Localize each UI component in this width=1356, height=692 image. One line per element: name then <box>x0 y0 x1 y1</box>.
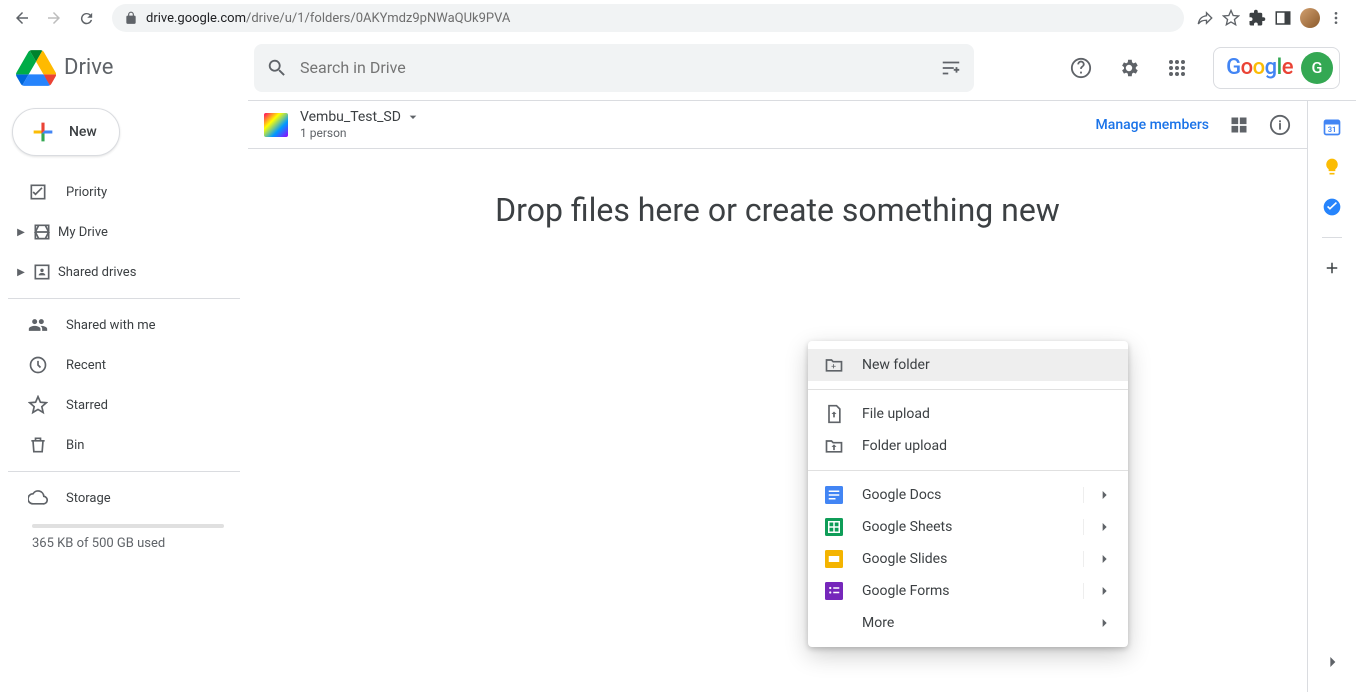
get-addons[interactable] <box>1322 258 1342 278</box>
keep-addon[interactable] <box>1322 157 1342 177</box>
nav-my-drive[interactable]: ▶My Drive <box>8 212 248 252</box>
sidebar: New Priority ▶My Drive ▶Shared drives Sh… <box>0 100 248 692</box>
new-context-menu: New folder File upload Folder upload Goo… <box>808 341 1128 647</box>
search-icon <box>266 57 288 79</box>
chevron-right-icon <box>1096 615 1112 631</box>
breadcrumb-row: Vembu_Test_SD 1 person Manage members <box>248 101 1307 149</box>
drive-logo-icon <box>16 48 56 88</box>
nav-storage[interactable]: Storage <box>8 478 248 518</box>
menu-google-docs[interactable]: Google Docs <box>808 479 1128 511</box>
menu-file-upload[interactable]: File upload <box>808 398 1128 430</box>
plus-icon <box>29 118 57 146</box>
reload-button[interactable] <box>72 4 100 32</box>
docs-icon <box>824 485 844 505</box>
apps-button[interactable] <box>1157 48 1197 88</box>
breadcrumb-title[interactable]: Vembu_Test_SD <box>300 109 401 126</box>
chevron-right-icon <box>1096 519 1112 535</box>
browser-toolbar: drive.google.com/drive/u/1/folders/0AKYm… <box>0 0 1356 36</box>
menu-new-folder[interactable]: New folder <box>808 349 1128 381</box>
details-icon[interactable] <box>1269 114 1291 136</box>
new-button-label: New <box>69 124 97 140</box>
nav-priority[interactable]: Priority <box>8 172 248 212</box>
search-bar[interactable] <box>254 44 974 92</box>
empty-state-message: Drop files here or create something new <box>248 191 1307 229</box>
manage-members-link[interactable]: Manage members <box>1096 117 1209 133</box>
profile-avatar[interactable] <box>1300 8 1320 28</box>
calendar-addon[interactable]: 31 <box>1322 117 1342 137</box>
browser-menu-icon[interactable] <box>1328 10 1344 26</box>
app-name: Drive <box>64 55 113 80</box>
forward-button[interactable] <box>40 4 68 32</box>
support-button[interactable] <box>1061 48 1101 88</box>
file-upload-icon <box>824 404 844 424</box>
svg-text:31: 31 <box>1328 125 1337 134</box>
chevron-right-icon <box>1096 583 1112 599</box>
share-icon[interactable] <box>1196 9 1214 27</box>
dropdown-icon[interactable] <box>405 109 421 125</box>
logo[interactable]: Drive <box>16 48 254 88</box>
address-bar[interactable]: drive.google.com/drive/u/1/folders/0AKYm… <box>112 4 1184 32</box>
menu-google-forms[interactable]: Google Forms <box>808 575 1128 607</box>
new-folder-icon <box>824 355 844 375</box>
collapse-panel-icon[interactable] <box>1322 652 1342 672</box>
nav-starred[interactable]: Starred <box>8 385 248 425</box>
side-panel-icon[interactable] <box>1274 9 1292 27</box>
settings-button[interactable] <box>1109 48 1149 88</box>
app-header: Drive Google G <box>0 36 1356 100</box>
chevron-right-icon <box>1096 487 1112 503</box>
storage-text: 365 KB of 500 GB used <box>8 536 248 551</box>
new-button[interactable]: New <box>12 108 120 156</box>
search-input[interactable] <box>300 58 928 77</box>
menu-google-sheets[interactable]: Google Sheets <box>808 511 1128 543</box>
breadcrumb-subtitle: 1 person <box>300 126 421 140</box>
nav-shared-drives[interactable]: ▶Shared drives <box>8 252 248 292</box>
side-panel: 31 <box>1308 101 1356 692</box>
search-options-icon[interactable] <box>940 57 962 79</box>
sheets-icon <box>824 517 844 537</box>
slides-icon <box>824 549 844 569</box>
bookmark-star-icon[interactable] <box>1222 9 1240 27</box>
account-badge: G <box>1301 52 1333 84</box>
storage-bar <box>32 524 224 528</box>
shared-drive-icon <box>264 113 288 137</box>
google-logo-text: Google <box>1226 55 1293 80</box>
menu-folder-upload[interactable]: Folder upload <box>808 430 1128 462</box>
nav-shared-with-me[interactable]: Shared with me <box>8 305 248 345</box>
forms-icon <box>824 581 844 601</box>
menu-more[interactable]: More <box>808 607 1128 639</box>
back-button[interactable] <box>8 4 36 32</box>
grid-view-icon[interactable] <box>1229 115 1249 135</box>
extensions-icon[interactable] <box>1248 9 1266 27</box>
tasks-addon[interactable] <box>1322 197 1342 217</box>
menu-google-slides[interactable]: Google Slides <box>808 543 1128 575</box>
url-text: drive.google.com/drive/u/1/folders/0AKYm… <box>146 11 510 26</box>
nav-bin[interactable]: Bin <box>8 425 248 465</box>
expand-icon[interactable]: ▶ <box>16 267 26 278</box>
lock-icon <box>124 11 138 25</box>
chevron-right-icon <box>1096 551 1112 567</box>
folder-upload-icon <box>824 436 844 456</box>
account-switcher[interactable]: Google G <box>1213 47 1340 89</box>
nav-recent[interactable]: Recent <box>8 345 248 385</box>
expand-icon[interactable]: ▶ <box>16 227 26 238</box>
